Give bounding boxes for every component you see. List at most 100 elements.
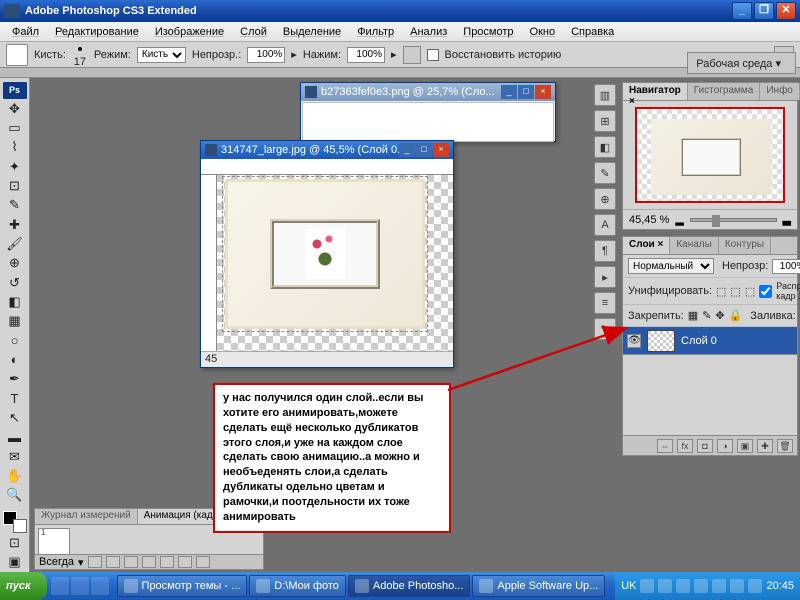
gradient-tool[interactable]: ▦ (3, 312, 27, 330)
actions-icon[interactable]: ▸ (594, 266, 616, 288)
dodge-tool[interactable]: ◐ (3, 351, 27, 369)
next-frame-button[interactable] (142, 556, 156, 568)
swatches-icon[interactable]: ⊞ (594, 110, 616, 132)
propagate-checkbox[interactable] (759, 285, 772, 298)
ql-icon[interactable] (51, 577, 69, 595)
zoom-out-icon[interactable]: ▂ (675, 213, 683, 226)
navigator-thumbnail[interactable] (635, 107, 785, 203)
blend-mode-select[interactable]: Нормальный (628, 258, 714, 274)
animation-frame[interactable] (38, 528, 70, 556)
doc-min-button[interactable]: _ (399, 143, 415, 157)
tween-button[interactable] (160, 556, 174, 568)
crop-tool[interactable]: ⊡ (3, 177, 27, 195)
task-button[interactable]: D:\Мои фото (249, 575, 346, 597)
history-checkbox[interactable] (427, 49, 439, 61)
tray-icon[interactable] (640, 579, 654, 593)
adjustment-icon[interactable]: ◑ (717, 439, 733, 453)
clone-icon[interactable]: ⊕ (594, 188, 616, 210)
color-icon[interactable]: ▥ (594, 84, 616, 106)
doc-front-titlebar[interactable]: 314747_large.jpg @ 45,5% (Слой 0... _□× (201, 141, 453, 159)
tool-preset-icon[interactable] (6, 44, 28, 66)
measure-icon[interactable]: ✎ (594, 318, 616, 340)
tab-info[interactable]: Инфо (760, 83, 800, 100)
tab-paths[interactable]: Контуры (719, 237, 771, 254)
move-tool[interactable]: ✥ (3, 100, 27, 118)
styles-icon[interactable]: ◧ (594, 136, 616, 158)
screenmode-icon[interactable]: ▣ (3, 553, 27, 571)
document-window-front[interactable]: 314747_large.jpg @ 45,5% (Слой 0... _□× … (200, 140, 454, 368)
lock-transparency-icon[interactable]: ▦ (688, 309, 698, 322)
heal-tool[interactable]: ✚ (3, 215, 27, 233)
tab-histogram[interactable]: Гистограмма (688, 83, 761, 100)
color-swatches[interactable] (3, 511, 27, 533)
zoom-slider[interactable] (690, 218, 777, 222)
menu-window[interactable]: Окно (522, 24, 564, 40)
brush-picker[interactable]: 17 (72, 42, 88, 68)
menu-filter[interactable]: Фильтр (349, 24, 402, 40)
tab-channels[interactable]: Каналы (670, 237, 719, 254)
layer-name[interactable]: Слой 0 (681, 335, 717, 347)
link-layers-icon[interactable]: ⇔ (657, 439, 673, 453)
lock-position-icon[interactable]: ✥ (715, 309, 724, 322)
tray-icon[interactable] (712, 579, 726, 593)
mode-select[interactable]: Кисть (137, 47, 186, 63)
tab-navigator[interactable]: Навигатор × (623, 83, 688, 100)
group-icon[interactable]: ▣ (737, 439, 753, 453)
delete-frame-button[interactable] (196, 556, 210, 568)
layer-mask-icon[interactable]: ◘ (697, 439, 713, 453)
ql-icon[interactable] (71, 577, 89, 595)
task-button[interactable]: Просмотр темы - ... (117, 575, 248, 597)
flow-input[interactable] (347, 47, 385, 63)
first-frame-button[interactable] (88, 556, 102, 568)
menu-layer[interactable]: Слой (232, 24, 275, 40)
unify-style-icon[interactable]: ⬚ (745, 285, 755, 298)
prev-frame-button[interactable] (106, 556, 120, 568)
task-button[interactable]: Apple Software Up... (472, 575, 605, 597)
menu-select[interactable]: Выделение (275, 24, 349, 40)
lock-pixels-icon[interactable]: ✎ (702, 309, 711, 322)
brush-tool[interactable]: 🖌 (3, 235, 27, 253)
airbrush-icon[interactable] (403, 46, 421, 64)
clock[interactable]: 20:45 (766, 580, 794, 592)
ps-logo-icon[interactable]: Ps (3, 82, 27, 99)
tray-icon[interactable] (676, 579, 690, 593)
doc-max-button[interactable]: □ (518, 85, 534, 99)
opacity-input[interactable] (247, 47, 285, 63)
type-tool[interactable]: T (3, 389, 27, 407)
minimize-button[interactable]: _ (732, 2, 752, 20)
visibility-icon[interactable]: 👁 (627, 334, 641, 348)
blur-tool[interactable]: ○ (3, 331, 27, 349)
tab-measurements[interactable]: Журнал измерений (35, 509, 138, 524)
notes-tool[interactable]: ✉ (3, 447, 27, 465)
new-layer-icon[interactable]: ✚ (757, 439, 773, 453)
nav-zoom-value[interactable]: 45,45 % (629, 214, 669, 226)
doc-min-button[interactable]: _ (501, 85, 517, 99)
history-brush-tool[interactable]: ↺ (3, 273, 27, 291)
menu-analysis[interactable]: Анализ (402, 24, 455, 40)
start-button[interactable]: пуск (0, 572, 47, 600)
menu-file[interactable]: Файл (4, 24, 47, 40)
layer-fx-icon[interactable]: fx (677, 439, 693, 453)
trash-icon[interactable]: 🗑 (777, 439, 793, 453)
layer-opacity-input[interactable] (772, 259, 800, 274)
lock-all-icon[interactable]: 🔒 (729, 309, 743, 322)
doc-close-button[interactable]: × (433, 143, 449, 157)
doc-close-button[interactable]: × (535, 85, 551, 99)
lasso-tool[interactable]: ⌇ (3, 138, 27, 156)
eraser-tool[interactable]: ◧ (3, 293, 27, 311)
maximize-button[interactable]: ❐ (754, 2, 774, 20)
menu-image[interactable]: Изображение (147, 24, 232, 40)
close-button[interactable]: ✕ (776, 2, 796, 20)
stamp-tool[interactable]: ⊕ (3, 254, 27, 272)
document-window-back[interactable]: b27363fef0e3.png @ 25,7% (Сло... _□× (300, 82, 556, 142)
unify-position-icon[interactable]: ⬚ (716, 285, 726, 298)
canvas[interactable] (217, 175, 453, 351)
layer-row[interactable]: 👁 Слой 0 (623, 327, 797, 355)
ql-icon[interactable] (91, 577, 109, 595)
quickmask-icon[interactable]: ⊡ (3, 533, 27, 551)
ruler-vertical[interactable] (201, 175, 217, 367)
marquee-tool[interactable]: ▭ (3, 119, 27, 137)
tray-icon[interactable] (658, 579, 672, 593)
ruler-horizontal[interactable] (201, 159, 453, 175)
play-button[interactable] (124, 556, 138, 568)
